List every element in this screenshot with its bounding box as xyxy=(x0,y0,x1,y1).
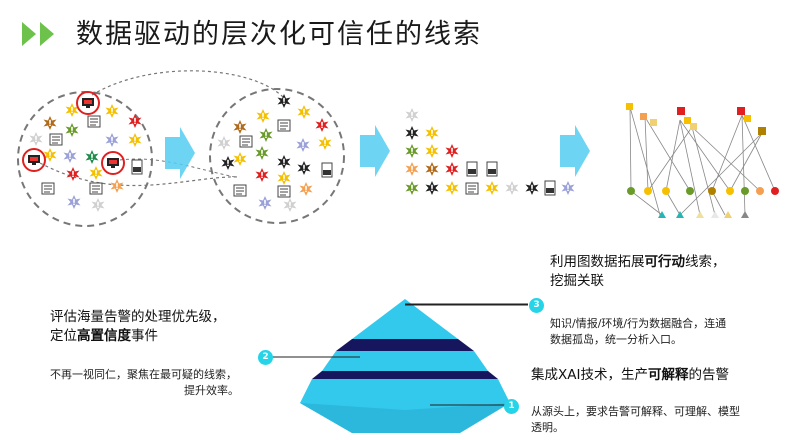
level-3-detail: 知识/情报/环境/行为数据融合，连通 数据孤岛，统一分析入口。 xyxy=(550,317,727,346)
level-1-detail: 从源头上，要求告警可解释、可理解、模型 透明。 xyxy=(531,405,740,434)
level-3-heading: 利用图数据拓展可行动线索， 挖掘关联 xyxy=(550,254,726,289)
level-1-badge: 1 xyxy=(504,399,519,414)
level-1-heading: 集成XAI技术，生产可解释的告警 xyxy=(531,367,729,383)
level-2-detail: 不再一视同仁，聚焦在最可疑的线索， 提升效率。 xyxy=(50,368,239,397)
level-2-badge: 2 xyxy=(258,350,273,365)
level-2-heading: 评估海量告警的处理优先级， 定位高置信度事件 xyxy=(50,309,226,344)
level-3-badge: 3 xyxy=(529,298,544,313)
